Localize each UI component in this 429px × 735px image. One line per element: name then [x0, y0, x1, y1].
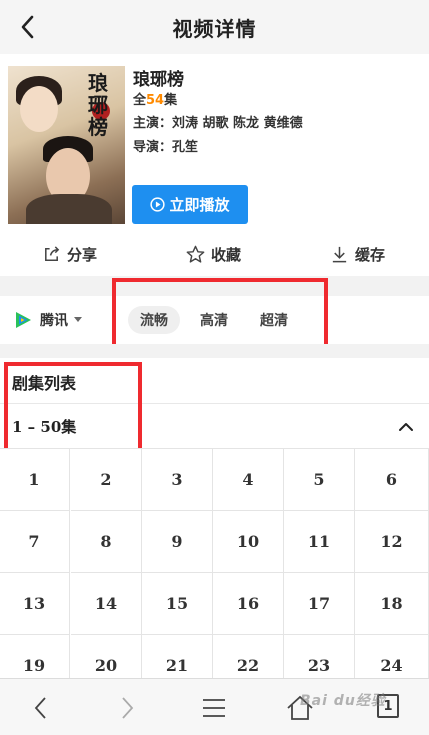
play-now-button[interactable]: 立即播放 — [132, 185, 248, 224]
episode-cell[interactable]: 19 — [0, 635, 70, 678]
favorite-label: 收藏 — [211, 245, 242, 264]
top-bar: 视频详情 — [0, 0, 429, 54]
share-icon — [45, 245, 60, 261]
episode-cell[interactable]: 21 — [142, 635, 213, 678]
video-name: 琅琊榜 — [133, 70, 184, 90]
annotation-highlight-box — [4, 362, 142, 460]
download-label: 缓存 — [355, 245, 386, 264]
cast-list: 主演：刘涛 胡歌 陈龙 黄维德 — [133, 116, 303, 131]
menu-icon[interactable] — [199, 693, 229, 723]
page-title: 视频详情 — [172, 16, 257, 41]
episode-cell[interactable]: 2 — [71, 449, 142, 511]
episode-cell[interactable]: 9 — [142, 511, 213, 573]
poster-figure-robe — [26, 194, 112, 224]
section-divider — [0, 344, 429, 358]
poster-title: 琅琊榜 — [88, 71, 108, 139]
poster-figure-face — [20, 86, 58, 132]
episode-cell[interactable]: 18 — [355, 573, 429, 635]
video-info-section: 琅琊榜 琅琊榜 全54集 主演：刘涛 胡歌 陈龙 黄维德 导演：孔笙 立即播放 — [0, 54, 429, 232]
episode-cell[interactable]: 13 — [0, 573, 70, 635]
tencent-video-logo-icon — [16, 312, 31, 328]
episode-cell[interactable]: 17 — [284, 573, 355, 635]
episode-total: 全54集 — [133, 89, 177, 108]
episode-cell[interactable]: 11 — [284, 511, 355, 573]
episode-cell[interactable]: 5 — [284, 449, 355, 511]
download-button[interactable]: 缓存 — [330, 232, 385, 276]
episode-cell[interactable]: 15 — [142, 573, 213, 635]
episode-total-prefix: 全 — [133, 93, 147, 108]
episode-cell[interactable]: 8 — [71, 511, 142, 573]
star-icon — [186, 245, 205, 263]
episode-cell[interactable]: 23 — [284, 635, 355, 678]
episode-cell[interactable]: 4 — [213, 449, 284, 511]
episode-cell[interactable]: 16 — [213, 573, 284, 635]
share-button[interactable]: 分享 — [42, 232, 97, 276]
chevron-up-icon[interactable] — [397, 418, 415, 436]
forward-icon[interactable] — [112, 693, 142, 723]
episode-cell[interactable]: 24 — [355, 635, 429, 678]
back-icon[interactable] — [26, 693, 56, 723]
caret-down-icon — [74, 317, 82, 322]
favorite-button[interactable]: 收藏 — [186, 232, 241, 276]
episode-cell[interactable]: 12 — [355, 511, 429, 573]
back-arrow-icon[interactable] — [14, 12, 44, 42]
play-circle-icon — [150, 197, 166, 212]
download-icon — [332, 246, 347, 262]
episode-cell[interactable]: 10 — [213, 511, 284, 573]
episode-cell[interactable]: 6 — [355, 449, 429, 511]
play-now-label: 立即播放 — [169, 196, 230, 214]
episode-total-count: 54 — [146, 93, 165, 108]
share-label: 分享 — [67, 245, 98, 264]
episode-cell[interactable]: 3 — [142, 449, 213, 511]
episode-grid: 1 2 3 4 5 6 7 8 9 10 11 12 13 14 15 16 17 18 19 20 21 22 23 24 — [0, 448, 429, 678]
source-selector[interactable]: 腾讯 — [12, 306, 82, 334]
episode-cell[interactable]: 22 — [213, 635, 284, 678]
annotation-highlight-box — [112, 278, 328, 352]
episode-cell[interactable]: 7 — [0, 511, 70, 573]
source-name: 腾讯 — [40, 313, 68, 329]
action-bar: 分享 收藏 缓存 — [0, 232, 429, 276]
watermark: Bai du经验 — [300, 693, 386, 709]
director: 导演：孔笙 — [133, 140, 199, 155]
video-poster[interactable]: 琅琊榜 — [8, 66, 125, 224]
episode-total-suffix: 集 — [164, 93, 178, 108]
episode-cell[interactable]: 20 — [71, 635, 142, 678]
episode-cell[interactable]: 14 — [71, 573, 142, 635]
episode-cell[interactable]: 1 — [0, 449, 70, 511]
